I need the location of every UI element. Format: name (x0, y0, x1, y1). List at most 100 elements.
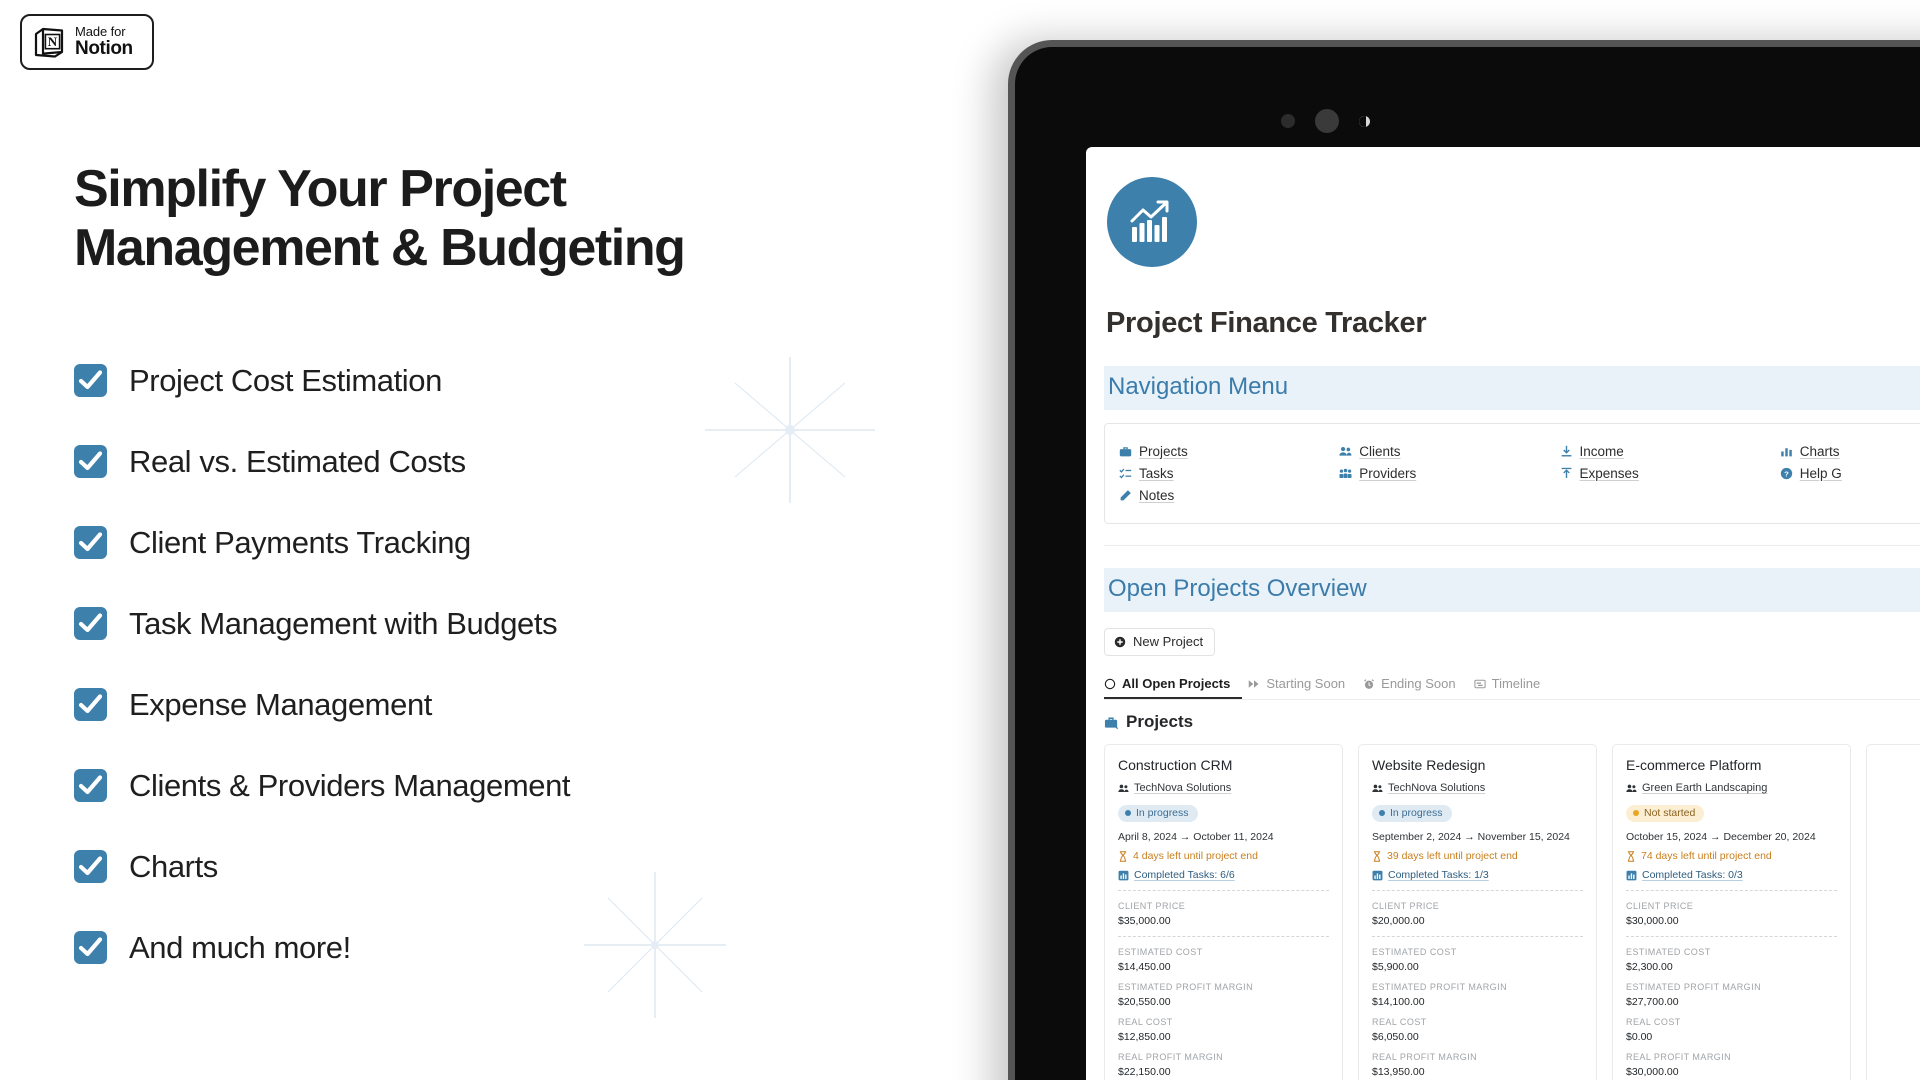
completed-tasks-label: Completed Tasks: 6/6 (1134, 869, 1235, 881)
tab-label: All Open Projects (1122, 676, 1231, 691)
projects-toolbar: New Project (1104, 628, 1920, 656)
navigation-section-heading: Navigation Menu (1104, 366, 1920, 410)
feature-label: Task Management with Budgets (129, 605, 558, 641)
headline-line-1: Simplify Your Project (74, 160, 567, 218)
tab-all-open-projects[interactable]: All Open Projects (1104, 676, 1243, 699)
new-project-button[interactable]: New Project (1104, 628, 1216, 656)
view-tabs: All Open Projects Starting Soon Ending S… (1104, 676, 1920, 700)
field-value: $2,300.00 (1626, 961, 1673, 973)
status-badge: In progress (1372, 805, 1452, 822)
status-dot-icon (1633, 810, 1639, 816)
days-left-row: 4 days left until project end (1118, 850, 1329, 862)
field-label: ESTIMATED COST (1118, 947, 1203, 957)
project-dates: April 8, 2024 → October 11, 2024 (1118, 831, 1274, 843)
feature-label: Charts (129, 848, 218, 884)
sidebar-item-notes[interactable]: Notes (1119, 485, 1339, 507)
hourglass-icon (1119, 850, 1127, 862)
field-value: $30,000.00 (1626, 915, 1679, 927)
tablet-screen: Project Finance Tracker Navigation Menu … (1086, 147, 1920, 1080)
sensor-dot-icon (1281, 114, 1295, 128)
nav-label: Income (1579, 443, 1624, 459)
completed-tasks-row[interactable]: Completed Tasks: 6/6 (1118, 869, 1329, 881)
svg-text:N: N (48, 34, 58, 49)
nav-label: Help G (1799, 465, 1842, 481)
app-title: Project Finance Tracker (1106, 307, 1427, 339)
completed-tasks-row[interactable]: Completed Tasks: 0/3 (1626, 869, 1837, 881)
feature-label: And much more! (129, 929, 351, 965)
nav-label: Expenses (1579, 465, 1639, 481)
headline-line-2: Management & Budgeting (74, 219, 686, 278)
checked-checkbox-icon (74, 445, 107, 478)
completed-tasks-row[interactable]: Completed Tasks: 1/3 (1372, 869, 1583, 881)
group-icon (1339, 468, 1352, 478)
tablet-camera-row (1281, 109, 1370, 133)
sidebar-item-income[interactable]: Income (1560, 441, 1780, 463)
database-title-label: Projects (1126, 712, 1194, 731)
checked-checkbox-icon (74, 526, 107, 559)
list-item: And much more! (74, 907, 894, 988)
divider (1626, 936, 1837, 937)
section-divider (1104, 545, 1920, 546)
status-badge: In progress (1118, 805, 1198, 822)
sidebar-item-tasks[interactable]: Tasks (1119, 463, 1339, 485)
field-label: ESTIMATED PROFIT MARGIN (1372, 982, 1508, 992)
sidebar-item-providers[interactable]: Providers (1339, 463, 1559, 485)
days-left-label: 74 days left until project end (1641, 850, 1772, 862)
completed-tasks-label: Completed Tasks: 1/3 (1388, 869, 1489, 881)
sidebar-item-charts[interactable]: Charts (1780, 441, 1920, 463)
field-value: $30,000.00 (1626, 1066, 1679, 1078)
nav-label: Tasks (1139, 465, 1174, 481)
divider (1118, 890, 1329, 891)
client-name: TechNova Solutions (1388, 782, 1486, 794)
days-left-row: 39 days left until project end (1372, 850, 1583, 862)
tablet-mockup: Project Finance Tracker Navigation Menu … (1008, 40, 1920, 1080)
chart-icon (1780, 447, 1792, 456)
tab-label: Starting Soon (1266, 676, 1346, 691)
project-card[interactable]: Website Redesign TechNova Solutions In p… (1358, 744, 1597, 1080)
sidebar-item-clients[interactable]: Clients (1339, 441, 1559, 463)
field-value: $35,000.00 (1118, 915, 1171, 927)
tab-starting-soon[interactable]: Starting Soon (1248, 676, 1357, 699)
field-value: $20,000.00 (1372, 915, 1425, 927)
nav-label: Clients (1359, 443, 1401, 459)
new-project-label: New Project (1133, 634, 1204, 649)
field-label: REAL COST (1372, 1017, 1427, 1027)
tab-timeline[interactable]: Timeline (1473, 676, 1553, 699)
sidebar-item-projects[interactable]: Projects (1119, 441, 1339, 463)
divider (1626, 890, 1837, 891)
chart-icon (1626, 870, 1637, 880)
hourglass-icon (1373, 850, 1381, 862)
tab-label: Ending Soon (1381, 676, 1456, 691)
question-circle-icon: ? (1780, 467, 1792, 479)
field-label: REAL COST (1626, 1017, 1681, 1027)
checked-checkbox-icon (74, 607, 107, 640)
project-card[interactable]: Construction CRM TechNova Solutions In p… (1104, 744, 1343, 1080)
field-label: ESTIMATED PROFIT MARGIN (1626, 982, 1762, 992)
feature-label: Project Cost Estimation (129, 362, 442, 398)
project-card[interactable]: E-commerce Platform Green Earth Landscap… (1612, 744, 1851, 1080)
project-title: Website Redesign (1372, 757, 1486, 773)
nav-column: Projects Tasks Notes (1119, 441, 1339, 507)
field-value: $27,700.00 (1626, 996, 1679, 1008)
status-label: In progress (1136, 807, 1189, 819)
nav-column: Charts ? Help G (1780, 441, 1920, 507)
people-icon (1118, 784, 1129, 792)
list-item: Clients & Providers Management (74, 745, 894, 826)
nav-column: Clients Providers (1339, 441, 1559, 507)
field-label: CLIENT PRICE (1118, 901, 1186, 911)
project-card[interactable] (1866, 744, 1920, 1080)
sidebar-item-help-guide[interactable]: ? Help G (1780, 463, 1920, 485)
checked-checkbox-icon (74, 364, 107, 397)
divider (1372, 936, 1583, 937)
divider (1118, 936, 1329, 937)
days-left-label: 39 days left until project end (1387, 850, 1518, 862)
field-label: CLIENT PRICE (1626, 901, 1694, 911)
sidebar-item-expenses[interactable]: Expenses (1560, 463, 1780, 485)
svg-text:?: ? (1784, 469, 1789, 478)
status-dot-icon (1125, 810, 1131, 816)
fast-forward-icon (1249, 679, 1259, 688)
field-value: $6,050.00 (1372, 1031, 1419, 1043)
field-label: ESTIMATED PROFIT MARGIN (1118, 982, 1254, 992)
tab-ending-soon[interactable]: Ending Soon (1363, 676, 1467, 699)
notion-cube-icon: N (32, 25, 66, 59)
